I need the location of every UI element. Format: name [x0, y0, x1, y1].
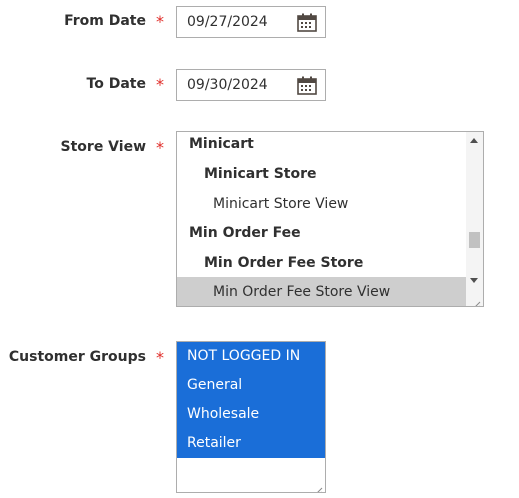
resize-handle-icon[interactable]: [472, 295, 481, 306]
customer-group-option[interactable]: NOT LOGGED IN: [177, 342, 325, 371]
store-view-option-selected[interactable]: Min Order Fee Store View: [177, 277, 483, 306]
required-mark: *: [156, 348, 164, 367]
customer-groups-label: Customer Groups: [8, 349, 146, 365]
calendar-icon[interactable]: [297, 76, 317, 95]
store-view-label: Store View: [60, 139, 146, 155]
customer-groups-multiselect[interactable]: NOT LOGGED IN General Wholesale Retailer: [176, 341, 326, 493]
required-mark: *: [156, 75, 164, 94]
resize-handle-icon[interactable]: [314, 481, 323, 492]
scroll-thumb[interactable]: [469, 232, 480, 248]
store-view-option[interactable]: Minicart Store: [177, 159, 483, 189]
calendar-icon[interactable]: [297, 13, 317, 32]
required-mark: *: [156, 138, 164, 157]
store-view-option[interactable]: Min Order Fee Store: [177, 248, 483, 278]
from-date-input[interactable]: 09/27/2024: [176, 6, 326, 38]
store-view-scrollbar[interactable]: [466, 132, 483, 306]
customer-group-option[interactable]: Wholesale: [177, 400, 325, 429]
to-date-value[interactable]: 09/30/2024: [187, 77, 268, 93]
store-view-option[interactable]: Minicart: [177, 132, 479, 159]
to-date-input[interactable]: 09/30/2024: [176, 69, 326, 101]
scroll-down-icon[interactable]: [470, 278, 478, 283]
customer-group-option[interactable]: Retailer: [177, 429, 325, 458]
from-date-value[interactable]: 09/27/2024: [187, 14, 268, 30]
from-date-label: From Date: [64, 13, 146, 29]
store-view-multiselect[interactable]: Minicart Minicart Store Minicart Store V…: [176, 131, 484, 307]
customer-group-option[interactable]: General: [177, 371, 325, 400]
store-view-option[interactable]: Minicart Store View: [177, 189, 483, 219]
scroll-up-icon[interactable]: [470, 138, 478, 143]
required-mark: *: [156, 12, 164, 31]
store-view-option[interactable]: Min Order Fee: [177, 218, 479, 248]
to-date-label: To Date: [86, 76, 146, 92]
